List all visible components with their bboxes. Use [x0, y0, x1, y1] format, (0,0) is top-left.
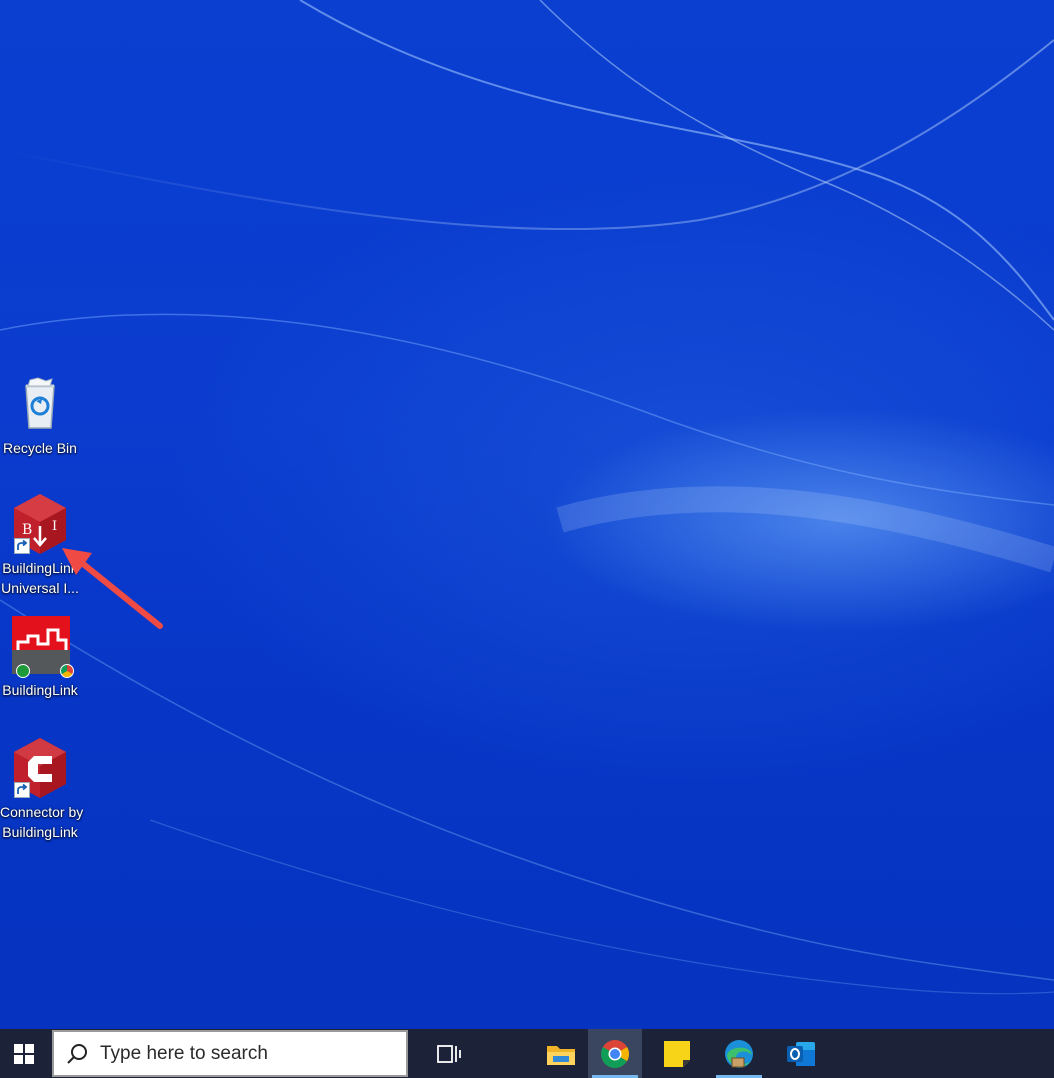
search-icon: [67, 1043, 87, 1064]
sticky-notes-button[interactable]: [650, 1029, 704, 1078]
svg-text:B: B: [22, 522, 32, 538]
buildinglink-universal-label-line1: BuildingLink: [2, 560, 78, 576]
outlook-icon: [787, 1041, 815, 1066]
outlook-button[interactable]: [774, 1029, 828, 1078]
taskbar-search-box[interactable]: Type here to search: [52, 1030, 408, 1077]
desktop-icon-connector-buildinglink[interactable]: Connector by BuildingLink: [0, 736, 84, 842]
connector-buildinglink-icon: [8, 736, 72, 800]
windows-logo-icon: [14, 1043, 34, 1064]
connector-label-line1: Connector by: [0, 804, 84, 820]
shortcut-arrow-icon: [14, 782, 30, 798]
chrome-icon: [601, 1039, 629, 1068]
task-view-icon: [437, 1044, 461, 1063]
taskbar: Type here to search: [0, 1029, 1054, 1078]
sync-check-icon: [16, 664, 30, 678]
sticky-notes-icon: [664, 1040, 690, 1067]
desktop-icon-recycle-bin[interactable]: Recycle Bin: [0, 372, 80, 458]
desktop-icon-buildinglink[interactable]: BuildingLink: [0, 614, 80, 700]
chrome-badge-icon: [60, 664, 74, 678]
shortcut-arrow-icon: [14, 538, 30, 554]
connector-label-line2: BuildingLink: [2, 824, 78, 840]
recycle-bin-label: Recycle Bin: [3, 440, 77, 456]
chrome-button[interactable]: [588, 1029, 642, 1078]
buildinglink-universal-installer-icon: B I: [8, 492, 72, 556]
buildinglink-label: BuildingLink: [2, 682, 78, 698]
wallpaper-light-streaks: [0, 0, 1054, 995]
desktop[interactable]: Recycle Bin B I BuildingLink Universal I…: [0, 0, 1054, 1029]
recycle-bin-icon: [8, 372, 72, 436]
edge-button[interactable]: [712, 1029, 766, 1078]
search-placeholder: Type here to search: [100, 1042, 268, 1064]
folder-icon: [547, 1045, 575, 1065]
edge-icon: [725, 1039, 753, 1068]
buildinglink-universal-label-line2: Universal I...: [1, 580, 79, 596]
task-view-button[interactable]: [422, 1029, 476, 1078]
desktop-icon-buildinglink-universal[interactable]: B I BuildingLink Universal I...: [0, 492, 80, 598]
start-button[interactable]: [0, 1029, 48, 1078]
buildinglink-app-icon: [8, 614, 74, 678]
file-explorer-button[interactable]: [534, 1029, 588, 1078]
svg-text:I: I: [52, 519, 57, 534]
